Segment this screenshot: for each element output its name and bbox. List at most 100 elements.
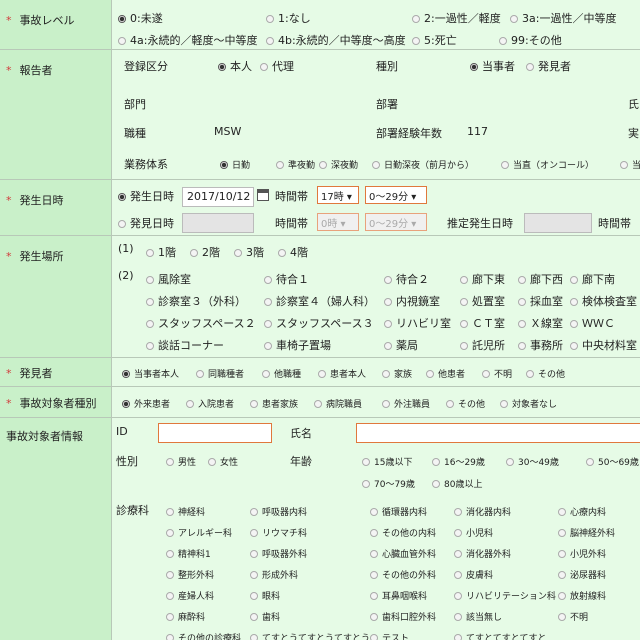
place-option[interactable]: 検体検査室 bbox=[570, 293, 637, 309]
floor-option[interactable]: 1階 bbox=[146, 244, 176, 260]
place-option[interactable]: 託児所 bbox=[460, 337, 505, 353]
age-option[interactable]: 50～69歳 bbox=[586, 455, 639, 468]
clinical-dept-option[interactable]: 神経科 bbox=[166, 505, 205, 518]
age-option[interactable]: 30～49歳 bbox=[506, 455, 559, 468]
clinical-dept-option[interactable]: 歯科 bbox=[250, 610, 280, 623]
clinical-dept-option[interactable]: テスト bbox=[370, 631, 409, 640]
registration-proxy-radio[interactable]: 代理 bbox=[260, 58, 294, 74]
age-option[interactable]: 16～29歳 bbox=[432, 455, 485, 468]
shift-option[interactable]: 日勤 bbox=[220, 158, 250, 171]
floor-option[interactable]: 4階 bbox=[278, 244, 308, 260]
floor-option[interactable]: 3階 bbox=[234, 244, 264, 260]
discovery-date-field[interactable] bbox=[182, 213, 254, 233]
place-option[interactable]: リハビリ室 bbox=[384, 315, 451, 331]
sex-option[interactable]: 男性 bbox=[166, 455, 196, 468]
clinical-dept-option[interactable]: てすとうてすとうてすとう bbox=[250, 631, 370, 640]
place-option[interactable]: 待合１ bbox=[264, 271, 309, 287]
target-type-option[interactable]: 入院患者 bbox=[186, 397, 234, 410]
place-option[interactable]: ＣＴ室 bbox=[460, 315, 505, 331]
discoverer-option[interactable]: 他患者 bbox=[426, 367, 465, 380]
place-option[interactable]: 車椅子置場 bbox=[264, 337, 331, 353]
clinical-dept-option[interactable]: 消化器外科 bbox=[454, 547, 511, 560]
clinical-dept-option[interactable]: その他の診療科 bbox=[166, 631, 241, 640]
clinical-dept-option[interactable]: アレルギー科 bbox=[166, 526, 232, 539]
place-option[interactable]: 診察室４（婦人科） bbox=[264, 293, 375, 309]
hour-select[interactable]: 17時 ▾ bbox=[317, 186, 359, 204]
accident-level-option[interactable]: 5:死亡 bbox=[412, 32, 457, 48]
shift-option[interactable]: 準夜勤 bbox=[276, 158, 315, 171]
clinical-dept-option[interactable]: リハビリテーション科 bbox=[454, 589, 556, 602]
patient-name-input[interactable] bbox=[356, 423, 640, 443]
reporter-type-party-radio[interactable]: 当事者 bbox=[470, 58, 515, 74]
place-option[interactable]: ＷＷＣ bbox=[570, 315, 615, 331]
place-option[interactable]: 採血室 bbox=[518, 293, 563, 309]
discovery-datetime-radio[interactable]: 発見日時 bbox=[118, 215, 174, 231]
discovery-minute-select[interactable]: 0～29分 ▾ bbox=[365, 213, 427, 231]
target-type-option[interactable]: 外注職員 bbox=[382, 397, 430, 410]
place-option[interactable]: Ｘ線室 bbox=[518, 315, 563, 331]
clinical-dept-option[interactable]: 呼吸器外科 bbox=[250, 547, 307, 560]
shift-option[interactable]: 当 bbox=[620, 158, 640, 171]
place-option[interactable]: 中央材料室 bbox=[570, 337, 637, 353]
clinical-dept-option[interactable]: てすとてすとてすと bbox=[454, 631, 546, 640]
discoverer-option[interactable]: 同職種者 bbox=[196, 367, 244, 380]
minute-select[interactable]: 0～29分 ▾ bbox=[365, 186, 427, 204]
clinical-dept-option[interactable]: 形成外科 bbox=[250, 568, 298, 581]
place-option[interactable]: 診察室３（外科） bbox=[146, 293, 246, 309]
reporter-type-discoverer-radio[interactable]: 発見者 bbox=[526, 58, 571, 74]
clinical-dept-option[interactable]: 放射線科 bbox=[558, 589, 606, 602]
clinical-dept-option[interactable]: 循環器内科 bbox=[370, 505, 427, 518]
place-option[interactable]: 事務所 bbox=[518, 337, 563, 353]
place-option[interactable]: 廊下西 bbox=[518, 271, 563, 287]
clinical-dept-option[interactable]: 該当無し bbox=[454, 610, 502, 623]
place-option[interactable]: 廊下南 bbox=[570, 271, 615, 287]
place-option[interactable]: 薬局 bbox=[384, 337, 418, 353]
accident-level-option[interactable]: 1:なし bbox=[266, 10, 311, 26]
clinical-dept-option[interactable]: その他の内科 bbox=[370, 526, 436, 539]
clinical-dept-option[interactable]: 不明 bbox=[558, 610, 588, 623]
shift-option[interactable]: 当直（オンコール） bbox=[501, 158, 594, 171]
patient-id-input[interactable] bbox=[158, 423, 272, 443]
registration-self-radio[interactable]: 本人 bbox=[218, 58, 252, 74]
calendar-icon[interactable] bbox=[257, 189, 269, 201]
clinical-dept-option[interactable]: 小児科 bbox=[454, 526, 493, 539]
clinical-dept-option[interactable]: 心臓血管外科 bbox=[370, 547, 436, 560]
age-option[interactable]: 80歳以上 bbox=[432, 477, 482, 490]
place-option[interactable]: 風除室 bbox=[146, 271, 191, 287]
discoverer-option[interactable]: 当事者本人 bbox=[122, 367, 179, 380]
clinical-dept-option[interactable]: 泌尿器科 bbox=[558, 568, 606, 581]
place-option[interactable]: スタッフスペース３ bbox=[264, 315, 374, 331]
clinical-dept-option[interactable]: 呼吸器内科 bbox=[250, 505, 307, 518]
clinical-dept-option[interactable]: 歯科口腔外科 bbox=[370, 610, 436, 623]
place-option[interactable]: 待合２ bbox=[384, 271, 429, 287]
discoverer-option[interactable]: 他職種 bbox=[262, 367, 301, 380]
accident-level-option[interactable]: 0:未遂 bbox=[118, 10, 163, 26]
clinical-dept-option[interactable]: 眼科 bbox=[250, 589, 280, 602]
clinical-dept-option[interactable]: 皮膚科 bbox=[454, 568, 493, 581]
clinical-dept-option[interactable]: 産婦人科 bbox=[166, 589, 214, 602]
target-type-option[interactable]: その他 bbox=[446, 397, 485, 410]
accident-level-option[interactable]: 4a:永続的／軽度～中等度 bbox=[118, 32, 257, 48]
age-option[interactable]: 15歳以下 bbox=[362, 455, 412, 468]
accident-level-option[interactable]: 99:その他 bbox=[499, 32, 562, 48]
occurrence-datetime-radio[interactable]: 発生日時 bbox=[118, 188, 174, 204]
place-option[interactable]: スタッフスペース２ bbox=[146, 315, 256, 331]
occurrence-date-field[interactable]: 2017/10/12 bbox=[182, 187, 254, 207]
floor-option[interactable]: 2階 bbox=[190, 244, 220, 260]
target-type-option[interactable]: 病院職員 bbox=[314, 397, 362, 410]
clinical-dept-option[interactable]: 消化器内科 bbox=[454, 505, 511, 518]
discoverer-option[interactable]: 家族 bbox=[382, 367, 412, 380]
shift-option[interactable]: 深夜勤 bbox=[319, 158, 358, 171]
place-option[interactable]: 廊下東 bbox=[460, 271, 505, 287]
discoverer-option[interactable]: 不明 bbox=[482, 367, 512, 380]
discoverer-option[interactable]: 患者本人 bbox=[318, 367, 366, 380]
target-type-option[interactable]: 患者家族 bbox=[250, 397, 298, 410]
discovery-hour-select[interactable]: 0時 ▾ bbox=[317, 213, 359, 231]
target-type-option[interactable]: 対象者なし bbox=[500, 397, 557, 410]
clinical-dept-option[interactable]: リウマチ科 bbox=[250, 526, 307, 539]
sex-option[interactable]: 女性 bbox=[208, 455, 238, 468]
clinical-dept-option[interactable]: 麻酔科 bbox=[166, 610, 205, 623]
accident-level-option[interactable]: 4b:永続的／中等度～高度 bbox=[266, 32, 406, 48]
place-option[interactable]: 談話コーナー bbox=[146, 337, 224, 353]
accident-level-option[interactable]: 3a:一過性／中等度 bbox=[510, 10, 616, 26]
